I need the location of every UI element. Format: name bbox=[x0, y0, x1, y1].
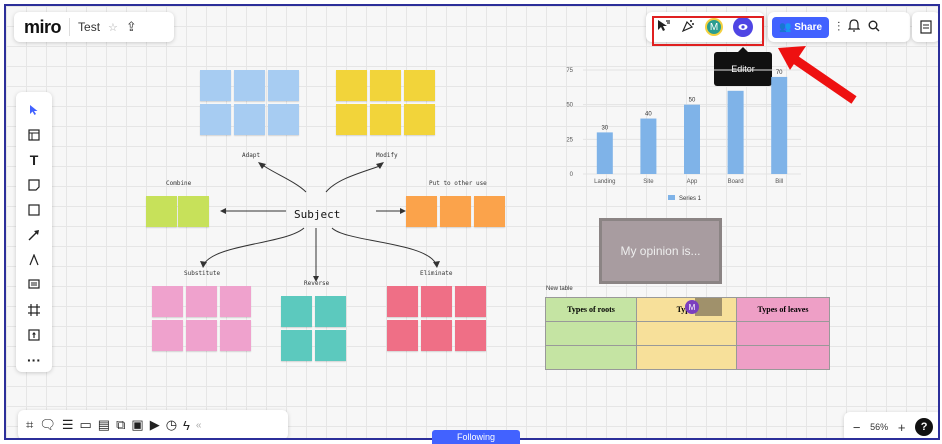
chart-data-label: 70 bbox=[776, 70, 783, 76]
table-cell[interactable] bbox=[636, 321, 737, 346]
chart-y-tick-label: 25 bbox=[566, 137, 573, 143]
chart-bars bbox=[596, 76, 788, 174]
chart-bar bbox=[771, 76, 788, 174]
chart-x-tick-label: App bbox=[687, 179, 698, 185]
chart-bar bbox=[684, 104, 700, 174]
table-cell[interactable] bbox=[736, 321, 830, 346]
connector-modify bbox=[325, 165, 381, 193]
bar-chart[interactable]: 0 25 50 75 30 40 50 70 Landing Site App Board Bill… bbox=[561, 56, 821, 206]
chart-legend: Series 1 bbox=[668, 195, 702, 202]
bottom-toolbar: ⌗ 🗨 ☰ ▭ ▤ ⧉ ▣ ▶ ◷ ϟ « bbox=[18, 410, 288, 438]
chat-icon[interactable]: ☰ bbox=[62, 417, 74, 433]
table-header-cell[interactable]: Types of roots bbox=[545, 297, 637, 322]
presentation-icon[interactable]: ▣ bbox=[131, 417, 143, 433]
chart-bar bbox=[727, 90, 744, 174]
connector-eliminate bbox=[331, 227, 437, 265]
zoom-in-button[interactable]: + bbox=[898, 420, 906, 435]
selection-overlay bbox=[695, 298, 722, 316]
table-cell[interactable] bbox=[636, 345, 737, 370]
chart-x-tick-label: Landing bbox=[594, 179, 615, 185]
chart-y-tick-labels: 0 25 50 75 bbox=[566, 68, 573, 178]
following-bar[interactable]: Following bbox=[432, 430, 520, 444]
connector-substitute bbox=[203, 227, 305, 265]
chart-x-tick-labels: Landing Site App Board Bill bbox=[594, 179, 783, 185]
new-table-label: New table bbox=[546, 286, 573, 292]
chart-y-tick-label: 75 bbox=[566, 68, 573, 74]
chart-data-label: 40 bbox=[645, 112, 652, 118]
chart-bar bbox=[596, 132, 613, 174]
zoom-level[interactable]: 56% bbox=[870, 422, 888, 432]
chart-y-tick-label: 50 bbox=[566, 103, 573, 109]
timer-icon[interactable]: ◷ bbox=[166, 417, 177, 433]
table-header-cell[interactable]: Types of leaves bbox=[736, 297, 830, 322]
table-cell[interactable] bbox=[545, 345, 637, 370]
collaborator-avatar: M bbox=[685, 300, 699, 314]
chart-x-tick-label: Board bbox=[728, 179, 744, 185]
chart-x-tick-label: Site bbox=[643, 179, 654, 185]
help-icon[interactable]: ? bbox=[915, 418, 934, 436]
chart-data-label: 30 bbox=[601, 125, 608, 131]
chart-x-tick-label: Bill bbox=[775, 179, 783, 185]
zoom-out-button[interactable]: − bbox=[853, 420, 861, 435]
comments-icon[interactable]: 🗨 bbox=[39, 417, 56, 433]
table-row bbox=[545, 321, 830, 346]
chart-legend-swatch bbox=[668, 195, 675, 200]
connector-adapt bbox=[263, 165, 307, 193]
kanban-icon[interactable]: ▤ bbox=[98, 417, 110, 433]
board-canvas[interactable]: miro Test ☆ ⇪ M Editor 👥 Share ⫶ T ··· A… bbox=[4, 4, 940, 440]
opinion-card[interactable]: My opinion is... bbox=[599, 218, 722, 284]
frames-icon[interactable]: ⌗ bbox=[26, 417, 33, 433]
chart-data-label: 50 bbox=[689, 98, 696, 104]
collapse-icon[interactable]: « bbox=[196, 420, 202, 431]
share-screen-icon[interactable]: ⧉ bbox=[116, 417, 125, 433]
video-icon[interactable]: ▶ bbox=[150, 417, 160, 433]
table-cell[interactable] bbox=[545, 321, 637, 346]
chart-y-tick-label: 0 bbox=[570, 172, 574, 178]
chart-bar bbox=[640, 118, 657, 174]
chart-legend-label: Series 1 bbox=[679, 196, 702, 202]
table-row bbox=[545, 345, 830, 370]
activity-icon[interactable]: ϟ bbox=[183, 418, 190, 433]
table-cell[interactable] bbox=[736, 345, 830, 370]
zoom-controls: − 56% + ? bbox=[844, 412, 938, 438]
cards-icon[interactable]: ▭ bbox=[80, 417, 92, 433]
